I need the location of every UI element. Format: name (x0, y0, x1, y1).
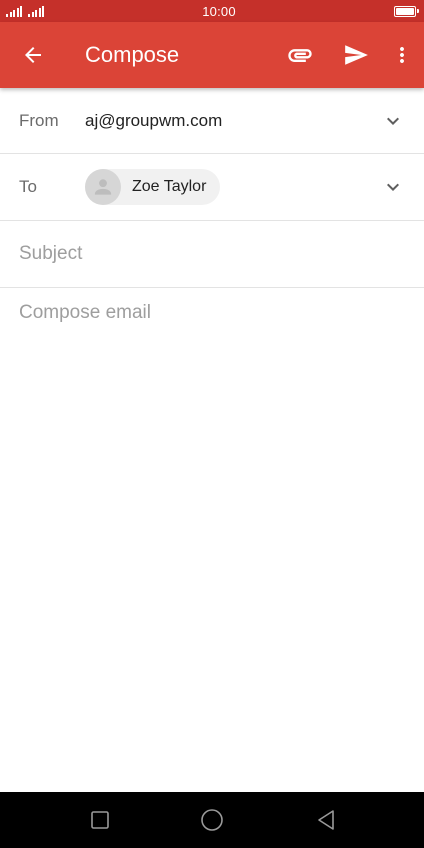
to-label: To (19, 177, 37, 196)
recent-apps-button[interactable] (82, 802, 118, 838)
status-time: 10:00 (202, 3, 236, 19)
person-icon (94, 179, 112, 195)
home-icon (201, 809, 223, 831)
chevron-down-icon (387, 117, 399, 125)
app-bar: Compose (0, 22, 424, 88)
to-dropdown-button[interactable] (378, 172, 408, 202)
send-icon (345, 45, 368, 65)
recipient-name: Zoe Taylor (132, 178, 207, 195)
subject-row (0, 221, 424, 288)
attach-button[interactable] (276, 31, 324, 79)
subject-input[interactable] (19, 234, 404, 274)
navigation-bar (0, 792, 424, 848)
arrow-back-icon (25, 47, 41, 63)
from-row: From aj@groupwm.com (0, 88, 424, 154)
to-row[interactable]: To Zoe Taylor (0, 154, 424, 221)
recent-apps-icon (91, 811, 109, 829)
send-button[interactable] (332, 31, 380, 79)
signal-icon (6, 5, 22, 17)
compose-body-input[interactable] (19, 302, 404, 772)
home-button[interactable] (194, 802, 230, 838)
chevron-down-icon (387, 183, 399, 191)
from-dropdown-button[interactable] (378, 106, 408, 136)
more-options-button[interactable] (382, 31, 422, 79)
signal-indicators (6, 5, 44, 17)
avatar (85, 169, 121, 205)
page-title: Compose (85, 42, 180, 67)
from-label: From (19, 110, 59, 130)
status-bar: 10:00 (0, 0, 424, 22)
from-address[interactable]: aj@groupwm.com (85, 111, 222, 131)
back-button[interactable] (9, 31, 57, 79)
signal-icon (28, 5, 44, 17)
more-vert-icon (400, 47, 404, 63)
attach-icon (288, 49, 312, 62)
battery-icon (393, 5, 419, 17)
recipient-chip[interactable]: Zoe Taylor (85, 169, 221, 205)
back-icon (318, 810, 334, 830)
nav-back-button[interactable] (308, 802, 344, 838)
